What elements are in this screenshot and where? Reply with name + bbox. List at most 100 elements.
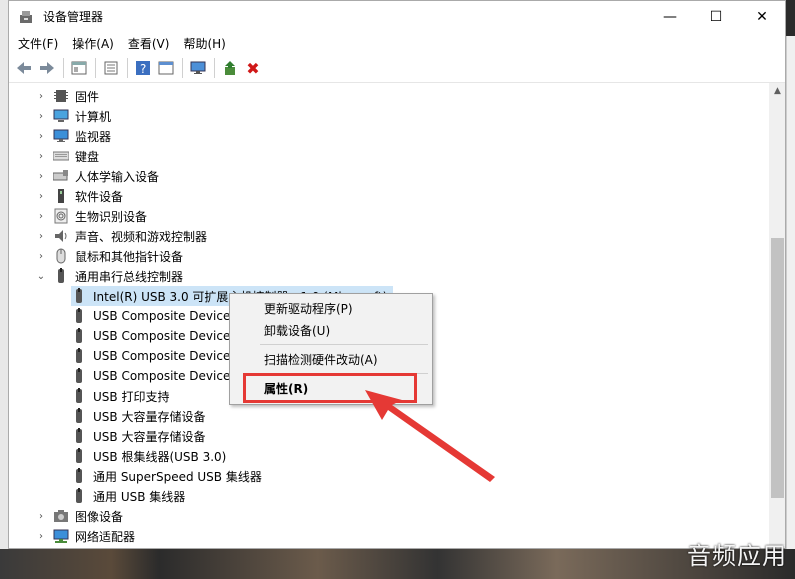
vertical-scrollbar[interactable]: ▲ — [769, 83, 785, 545]
network-icon — [53, 528, 69, 544]
tree-item-usb-device[interactable]: USB Composite Device — [71, 306, 230, 326]
tree-item-usb-device[interactable]: USB 根集线器(USB 3.0) — [71, 446, 226, 466]
tree-label: USB 根集线器(USB 3.0) — [93, 449, 227, 464]
monitor-icon — [53, 128, 69, 144]
chevron-down-icon[interactable]: ⌄ — [35, 271, 47, 282]
toolbar-separator — [127, 58, 128, 78]
menu-help[interactable]: 帮助(H) — [176, 35, 232, 52]
help-icon[interactable]: ? — [132, 57, 154, 79]
tree-item-usb-device[interactable]: 通用 SuperSpeed USB 集线器 — [71, 466, 262, 486]
software-device-icon — [53, 188, 69, 204]
toolbar-separator — [182, 58, 183, 78]
tree-item-usb-controllers[interactable]: ⌄ 通用串行总线控制器 — [35, 266, 183, 286]
menu-uninstall-device[interactable]: 卸载设备(U) — [264, 322, 330, 339]
tree-item-monitor[interactable]: › 监视器 — [35, 126, 111, 146]
tree-item-usb-device[interactable]: USB 打印支持 — [71, 386, 169, 406]
chevron-right-icon[interactable]: › — [35, 511, 47, 522]
tree-label: USB Composite Device — [93, 309, 231, 323]
tree-item-hid[interactable]: › 人体学输入设备 — [35, 166, 159, 186]
tree-label: 监视器 — [75, 129, 112, 144]
scroll-thumb[interactable] — [771, 238, 784, 498]
usb-icon — [71, 308, 87, 324]
scroll-up-icon[interactable]: ▲ — [769, 83, 785, 100]
tree-label: USB 大容量存储设备 — [93, 429, 206, 444]
chevron-right-icon[interactable]: › — [35, 131, 47, 142]
tree-item-sound-video[interactable]: › 声音、视频和游戏控制器 — [35, 226, 207, 246]
usb-icon — [71, 328, 87, 344]
chevron-right-icon[interactable]: › — [35, 91, 47, 102]
tree-label: USB Composite Device — [93, 369, 231, 383]
hid-icon — [52, 168, 69, 184]
menu-view[interactable]: 查看(V) — [121, 35, 177, 52]
window-title: 设备管理器 — [43, 10, 104, 24]
menu-update-driver[interactable]: 更新驱动程序(P) — [264, 300, 353, 317]
tree-label: 键盘 — [75, 149, 100, 164]
tree-item-usb-device[interactable]: USB Composite Device — [71, 366, 230, 386]
toolbar-separator — [63, 58, 64, 78]
monitor-scan-icon[interactable] — [187, 57, 209, 79]
tree-label: 图像设备 — [75, 509, 124, 524]
usb-icon — [71, 348, 87, 364]
title-bar: 设备管理器 — ☐ ✕ — [9, 1, 785, 32]
tree-item-usb-device[interactable]: USB 大容量存储设备 — [71, 426, 205, 446]
tree-label: 网络适配器 — [75, 529, 136, 544]
list-icon[interactable] — [100, 57, 122, 79]
mouse-icon — [53, 248, 69, 264]
properties-pane-icon[interactable] — [68, 57, 90, 79]
menu-scan-hardware[interactable]: 扫描检测硬件改动(A) — [264, 351, 378, 368]
chevron-right-icon[interactable]: › — [35, 231, 47, 242]
tree-label: 通用 SuperSpeed USB 集线器 — [93, 469, 262, 484]
chevron-right-icon[interactable]: › — [35, 111, 47, 122]
toolbar: ? ✖ — [9, 54, 785, 83]
menu-bar: 文件(F) 操作(A) 查看(V) 帮助(H) — [9, 32, 785, 54]
menu-action[interactable]: 操作(A) — [65, 35, 121, 52]
tree-item-biometric[interactable]: › 生物识别设备 — [35, 206, 147, 226]
usb-icon — [71, 488, 87, 504]
background-window-right — [786, 36, 795, 549]
watermark: 音频应用 — [687, 542, 787, 570]
chevron-right-icon[interactable]: › — [35, 211, 47, 222]
usb-icon — [71, 448, 87, 464]
chevron-right-icon[interactable]: › — [35, 151, 47, 162]
tree-item-network[interactable]: › 网络适配器 — [35, 526, 135, 545]
computer-icon — [53, 108, 69, 124]
chevron-right-icon[interactable]: › — [35, 251, 47, 262]
tree-label: USB 大容量存储设备 — [93, 409, 206, 424]
minimize-button[interactable]: — — [647, 1, 693, 32]
tree-item-keyboard[interactable]: › 键盘 — [35, 146, 99, 166]
view-icon[interactable] — [155, 57, 177, 79]
firmware-icon — [53, 88, 69, 104]
usb-icon — [71, 388, 87, 404]
chevron-right-icon[interactable]: › — [35, 531, 47, 542]
forward-icon[interactable] — [36, 57, 58, 79]
tree-item-usb-device[interactable]: USB Composite Device — [71, 346, 230, 366]
close-button[interactable]: ✕ — [739, 1, 785, 32]
tree-item-computer[interactable]: › 计算机 — [35, 106, 111, 126]
tree-label: USB 打印支持 — [93, 389, 170, 404]
usb-icon — [71, 288, 87, 304]
tree-item-usb-device[interactable]: USB 大容量存储设备 — [71, 406, 205, 426]
tree-item-mouse[interactable]: › 鼠标和其他指针设备 — [35, 246, 183, 266]
tree-item-software-device[interactable]: › 软件设备 — [35, 186, 123, 206]
tree-item-usb-device[interactable]: USB Composite Device — [71, 326, 230, 346]
background-desktop-strip — [0, 549, 795, 579]
chevron-right-icon[interactable]: › — [35, 171, 47, 182]
tree-label: 计算机 — [75, 109, 112, 124]
tree-label: 通用 USB 集线器 — [93, 489, 186, 504]
tree-label: USB Composite Device — [93, 329, 231, 343]
update-driver-icon[interactable] — [219, 57, 241, 79]
uninstall-icon[interactable]: ✖ — [242, 57, 264, 79]
menu-file[interactable]: 文件(F) — [11, 35, 65, 52]
keyboard-icon — [52, 148, 70, 164]
usb-icon — [71, 368, 87, 384]
tree-item-usb-device[interactable]: 通用 USB 集线器 — [71, 486, 185, 506]
device-manager-icon — [18, 9, 34, 25]
tree-item-firmware[interactable]: › 固件 — [35, 86, 99, 106]
usb-icon — [71, 428, 87, 444]
back-icon[interactable] — [13, 57, 35, 79]
usb-icon — [71, 468, 87, 484]
chevron-right-icon[interactable]: › — [35, 191, 47, 202]
tree-item-imaging[interactable]: › 图像设备 — [35, 506, 123, 526]
maximize-button[interactable]: ☐ — [693, 1, 739, 32]
tree-label: 固件 — [75, 89, 100, 104]
